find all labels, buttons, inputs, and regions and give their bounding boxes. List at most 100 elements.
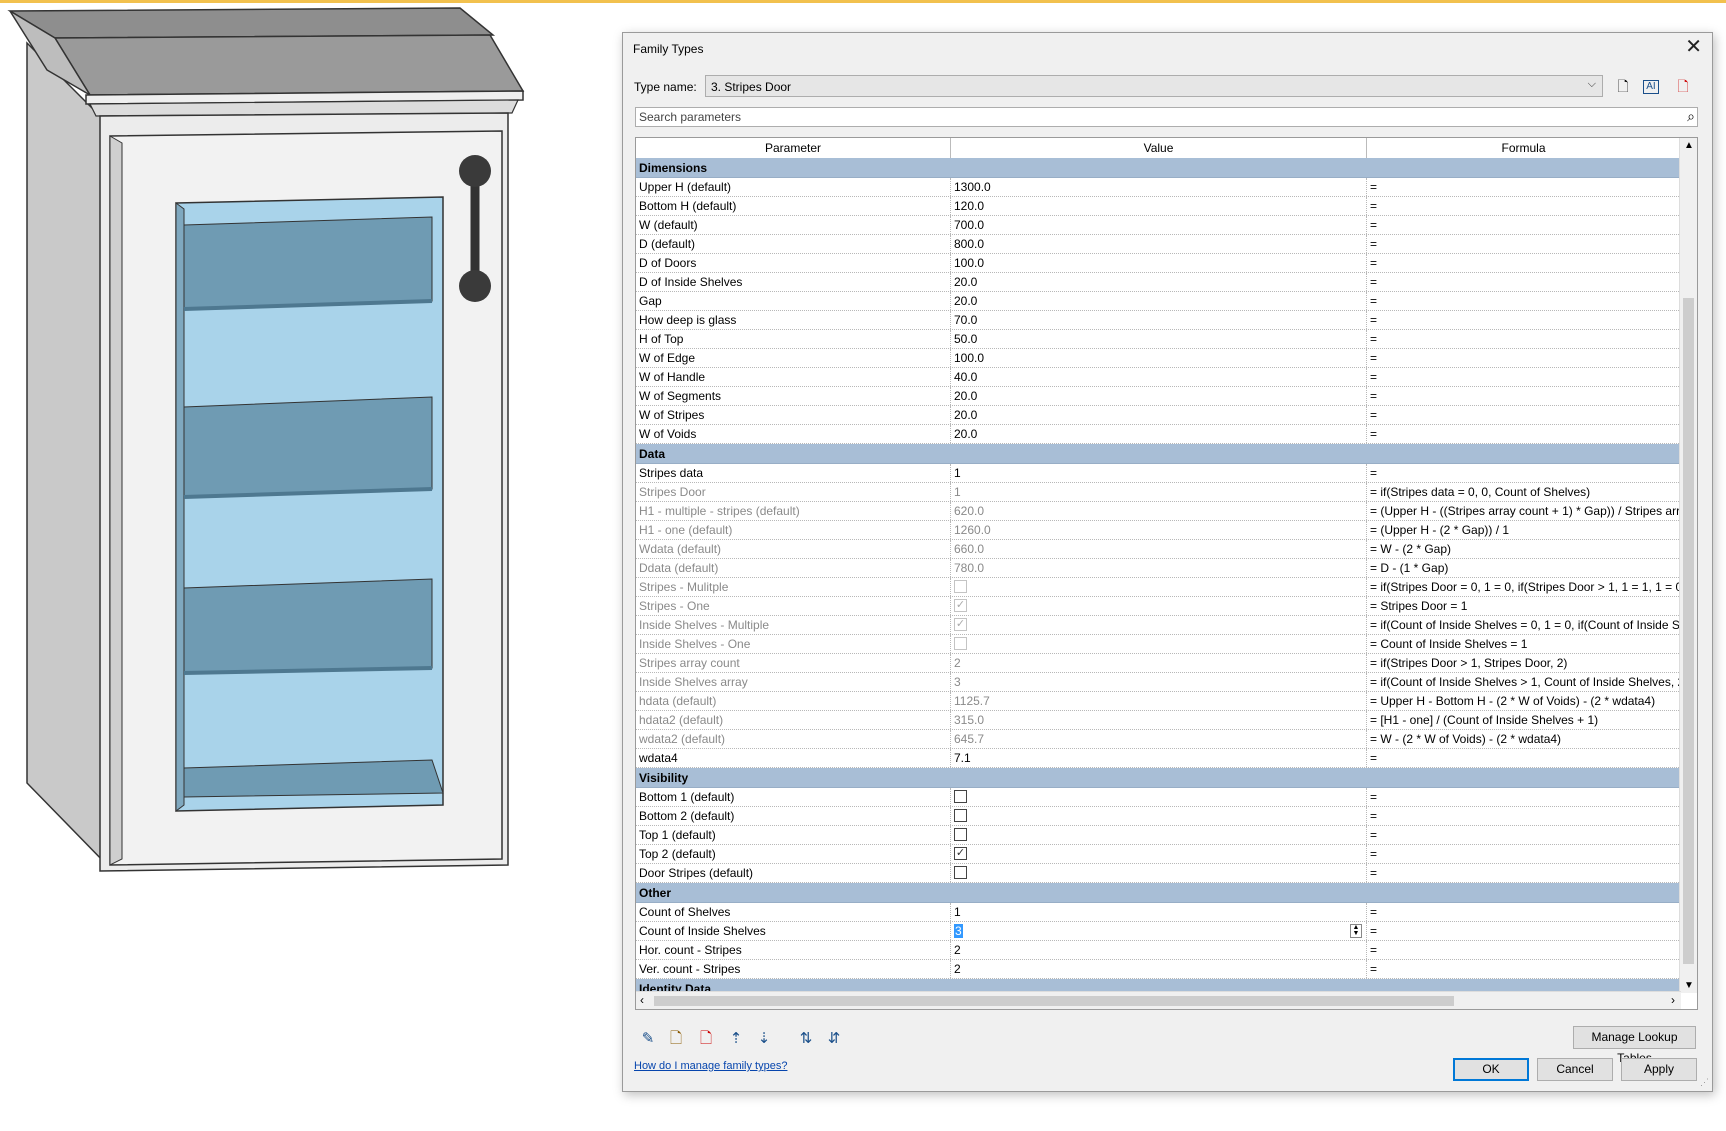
table-row[interactable]: Count of Shelves 1 = (636, 903, 1681, 922)
param-value[interactable]: 120.0 (951, 197, 1367, 215)
param-value[interactable]: 40.0 (951, 368, 1367, 386)
param-value[interactable]: 1300.0 (951, 178, 1367, 196)
param-value-selected-text[interactable]: 3 (954, 924, 963, 938)
param-formula[interactable]: = (1367, 349, 1681, 367)
table-row[interactable]: W of Stripes 20.0 = (636, 406, 1681, 425)
param-value[interactable] (951, 826, 1367, 844)
group-header-visibility[interactable]: Visibility (636, 768, 1681, 788)
table-row[interactable]: W of Voids 20.0 = (636, 425, 1681, 444)
param-formula[interactable]: = (1367, 788, 1681, 806)
checkbox-door-stripes[interactable] (954, 866, 967, 880)
param-formula[interactable]: = (1367, 178, 1681, 196)
cancel-button[interactable]: Cancel (1537, 1058, 1613, 1081)
checkbox-top-2[interactable]: ✓ (954, 847, 967, 861)
param-value[interactable]: 2 (951, 941, 1367, 959)
table-row[interactable]: Stripes - Mulitple = if(Stripes Door = 0,… (636, 578, 1681, 597)
param-value[interactable]: ✓ (951, 845, 1367, 863)
param-formula[interactable]: = if(Count of Inside Shelves = 0, 1 = 0,… (1367, 616, 1681, 634)
close-icon[interactable]: ✕ (1685, 37, 1702, 57)
table-row[interactable]: Wdata (default) 660.0 = W - (2 * Gap) (636, 540, 1681, 559)
move-down-icon[interactable]: ⇣ (753, 1028, 775, 1050)
param-value[interactable]: 20.0 (951, 292, 1367, 310)
param-formula[interactable]: = [H1 - one] / (Count of Inside Shelves … (1367, 711, 1681, 729)
table-row[interactable]: D (default) 800.0 = (636, 235, 1681, 254)
scroll-up-icon[interactable]: ▲ (1684, 140, 1694, 151)
new-type-icon[interactable]: 🗋 (1613, 77, 1633, 95)
param-value[interactable]: 2 (951, 960, 1367, 978)
column-header-formula[interactable]: Formula (1367, 138, 1681, 158)
search-parameters-field[interactable]: ⌕ (635, 107, 1698, 127)
table-row[interactable]: Stripes - One ✓ = Stripes Door = 1 (636, 597, 1681, 616)
param-formula[interactable]: = Count of Inside Shelves = 1 (1367, 635, 1681, 653)
param-value[interactable]: 700.0 (951, 216, 1367, 234)
param-value[interactable]: 1 (951, 903, 1367, 921)
param-formula[interactable]: = (1367, 960, 1681, 978)
param-value[interactable]: 20.0 (951, 387, 1367, 405)
table-row[interactable]: Upper H (default) 1300.0 = (636, 178, 1681, 197)
param-formula[interactable]: = (1367, 749, 1681, 767)
checkbox-bottom-2[interactable] (954, 809, 967, 823)
param-formula[interactable]: = (1367, 807, 1681, 825)
sort-descending-icon[interactable]: ⇵ (823, 1028, 845, 1050)
table-row[interactable]: Stripes data 1 = (636, 464, 1681, 483)
table-row[interactable]: wdata2 (default) 645.7 = W - (2 * W of Voi… (636, 730, 1681, 749)
param-formula[interactable]: = (Upper H - (2 * Gap)) / 1 (1367, 521, 1681, 539)
table-row[interactable]: Ddata (default) 780.0 = D - (1 * Gap) (636, 559, 1681, 578)
param-formula[interactable]: = (1367, 311, 1681, 329)
param-formula[interactable]: = if(Count of Inside Shelves > 1, Count … (1367, 673, 1681, 691)
param-formula[interactable]: = (1367, 922, 1681, 940)
param-value[interactable]: 800.0 (951, 235, 1367, 253)
param-formula[interactable]: = (1367, 845, 1681, 863)
checkbox-bottom-1[interactable] (954, 790, 967, 804)
scroll-left-icon[interactable]: ‹ (640, 993, 644, 1007)
param-value[interactable]: 20.0 (951, 425, 1367, 443)
param-formula[interactable]: = if(Stripes Door > 1, Stripes Door, 2) (1367, 654, 1681, 672)
parameters-grid[interactable]: Parameter Value Formula Dimensions Upper… (635, 137, 1698, 1010)
param-formula[interactable]: = (1367, 254, 1681, 272)
param-formula[interactable]: = if(Stripes Door = 0, 1 = 0, if(Stripes… (1367, 578, 1681, 596)
table-row[interactable]: Door Stripes (default) = (636, 864, 1681, 883)
apply-button[interactable]: Apply (1621, 1058, 1697, 1081)
table-row[interactable]: hdata (default) 1125.7 = Upper H - Bottom … (636, 692, 1681, 711)
table-row[interactable]: W of Handle 40.0 = (636, 368, 1681, 387)
table-row[interactable]: hdata2 (default) 315.0 = [H1 - one] / (Cou… (636, 711, 1681, 730)
help-link[interactable]: How do I manage family types? (634, 1060, 787, 1072)
param-value[interactable]: 20.0 (951, 273, 1367, 291)
table-row[interactable]: H of Top 50.0 = (636, 330, 1681, 349)
table-row[interactable]: Inside Shelves - One = Count of Inside Sh… (636, 635, 1681, 654)
param-formula[interactable]: = (1367, 330, 1681, 348)
table-row[interactable]: Top 2 (default) ✓ = (636, 845, 1681, 864)
manage-lookup-tables-button[interactable]: Manage Lookup Tables (1573, 1026, 1696, 1065)
table-row[interactable]: Ver. count - Stripes 2 = (636, 960, 1681, 979)
ok-button[interactable]: OK (1453, 1058, 1529, 1081)
param-formula[interactable]: = D - (1 * Gap) (1367, 559, 1681, 577)
group-header-dimensions[interactable]: Dimensions (636, 158, 1681, 178)
table-row[interactable]: H1 - multiple - stripes (default) 620.0 = … (636, 502, 1681, 521)
model-viewport[interactable] (0, 3, 620, 1131)
param-formula[interactable]: = (1367, 826, 1681, 844)
group-header-data[interactable]: Data (636, 444, 1681, 464)
table-row[interactable]: Bottom H (default) 120.0 = (636, 197, 1681, 216)
param-value[interactable] (951, 807, 1367, 825)
param-value-editor[interactable]: 3 ▲ ▼ (951, 922, 1367, 940)
table-row[interactable]: wdata4 7.1 = (636, 749, 1681, 768)
param-formula[interactable]: = (1367, 464, 1681, 482)
param-formula[interactable]: = (1367, 941, 1681, 959)
table-row[interactable]: Stripes Door 1 = if(Stripes data = 0, 0, C… (636, 483, 1681, 502)
param-formula[interactable]: = (1367, 406, 1681, 424)
param-formula[interactable]: = (1367, 235, 1681, 253)
table-row[interactable]: Inside Shelves array 3 = if(Count of Insid… (636, 673, 1681, 692)
param-value[interactable]: 7.1 (951, 749, 1367, 767)
resize-grip-icon[interactable]: ⋰ (1700, 1077, 1709, 1088)
param-value[interactable]: 50.0 (951, 330, 1367, 348)
column-header-parameter[interactable]: Parameter (636, 138, 951, 158)
checkbox-top-1[interactable] (954, 828, 967, 842)
table-row[interactable]: Count of Inside Shelves 3 ▲ ▼ = (636, 922, 1681, 941)
param-formula[interactable]: = (1367, 387, 1681, 405)
table-row[interactable]: Inside Shelves - Multiple ✓ = if(Count of … (636, 616, 1681, 635)
scroll-down-icon[interactable]: ▼ (1684, 980, 1694, 991)
param-formula[interactable]: = if(Stripes data = 0, 0, Count of Shelv… (1367, 483, 1681, 501)
param-formula[interactable]: = (1367, 368, 1681, 386)
param-value[interactable]: 100.0 (951, 349, 1367, 367)
vertical-scrollbar[interactable]: ▲ ▼ (1679, 138, 1697, 993)
